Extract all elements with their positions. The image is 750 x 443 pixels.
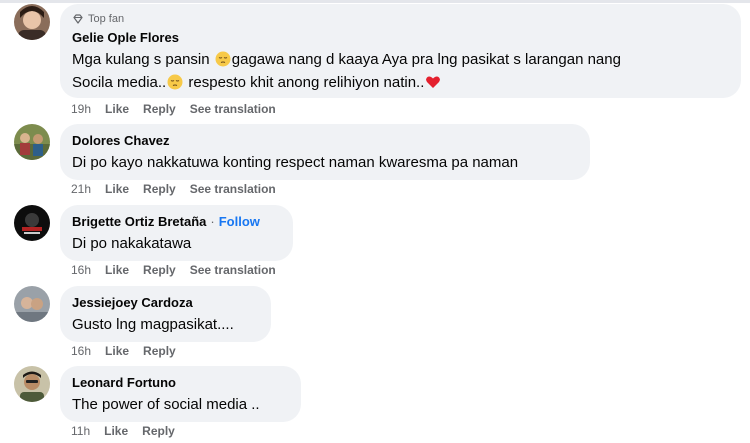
author-name[interactable]: Jessiejoey Cardoza [72,294,193,311]
comment-actions: 11h Like Reply [71,423,189,439]
avatar-gelie-image [14,4,50,40]
timestamp[interactable]: 16h [71,262,91,278]
avatar-leonard-image [14,366,50,402]
see-translation-link[interactable]: See translation [190,262,276,278]
reply-button[interactable]: Reply [143,181,176,197]
like-button[interactable]: Like [104,423,128,439]
reply-button[interactable]: Reply [143,262,176,278]
comment-text: Di po nakakatawa [72,235,192,252]
see-translation-link[interactable]: See translation [190,101,276,117]
comment-text-part: gagawa nang d kaaya Aya pra lng pasikat … [231,51,621,68]
comment-text: The power of social media .. [72,396,260,413]
follow-button[interactable]: Follow [219,213,260,230]
like-button[interactable]: Like [105,343,129,359]
top-divider [0,0,750,3]
avatar[interactable] [14,124,50,160]
avatar[interactable] [14,286,50,322]
author-name[interactable]: Gelie Ople Flores [72,29,179,46]
pensive-face-emoji [167,74,183,90]
reply-button[interactable]: Reply [143,101,176,117]
like-button[interactable]: Like [105,101,129,117]
red-heart-emoji [425,74,441,90]
see-translation-link[interactable]: See translation [190,181,276,197]
like-button[interactable]: Like [105,181,129,197]
separator-dot: · [210,214,215,229]
author-name[interactable]: Brigette Ortiz Bretaña [72,213,206,230]
diamond-icon [73,14,83,24]
comment-bubble: Dolores Chavez Di po kayo nakkatuwa kont… [60,124,590,180]
comment-text: Mga kulang s pansin gagawa nang d kaaya … [72,48,729,71]
comment-text-part: Mga kulang s pansin [72,51,210,68]
comment-actions: 16h Like Reply See translation [71,262,290,278]
comment-text: Di po kayo nakkatuwa konting respect nam… [72,154,519,171]
comment-bubble: Jessiejoey Cardoza Gusto lng magpasikat.… [60,286,271,342]
avatar-dolores-image [14,124,50,160]
reply-button[interactable]: Reply [142,423,175,439]
timestamp[interactable]: 21h [71,181,91,197]
comment-actions: 21h Like Reply See translation [71,181,290,197]
avatar[interactable] [14,205,50,241]
comment-bubble: Brigette Ortiz Bretaña · Follow Di po na… [60,205,293,261]
timestamp[interactable]: 16h [71,343,91,359]
comment-bubble: Leonard Fortuno The power of social medi… [60,366,301,422]
avatar[interactable] [14,366,50,402]
avatar-brigette-image [14,205,50,241]
comment-actions: 16h Like Reply [71,343,190,359]
comment-text-line2: Socila media.. respesto khit anong relih… [72,71,729,94]
comment-bubble: Top fan Gelie Ople Flores Mga kulang s p… [60,4,741,98]
like-button[interactable]: Like [105,262,129,278]
reply-button[interactable]: Reply [143,343,176,359]
avatar-jessiejoey-image [14,286,50,322]
timestamp[interactable]: 11h [71,423,90,439]
avatar[interactable] [14,4,50,40]
comment-actions: 19h Like Reply See translation [71,101,290,117]
comment-text-part: respesto khit anong relihiyon natin.. [188,74,425,91]
badge-label: Top fan [88,13,125,25]
comment-text-part: Socila media.. [72,74,167,91]
author-name[interactable]: Leonard Fortuno [72,374,176,391]
comment-text: Gusto lng magpasikat.... [72,316,234,333]
author-name[interactable]: Dolores Chavez [72,132,170,149]
top-fan-badge: Top fan [72,12,729,26]
timestamp[interactable]: 19h [71,101,91,117]
pensive-face-emoji [215,51,231,67]
